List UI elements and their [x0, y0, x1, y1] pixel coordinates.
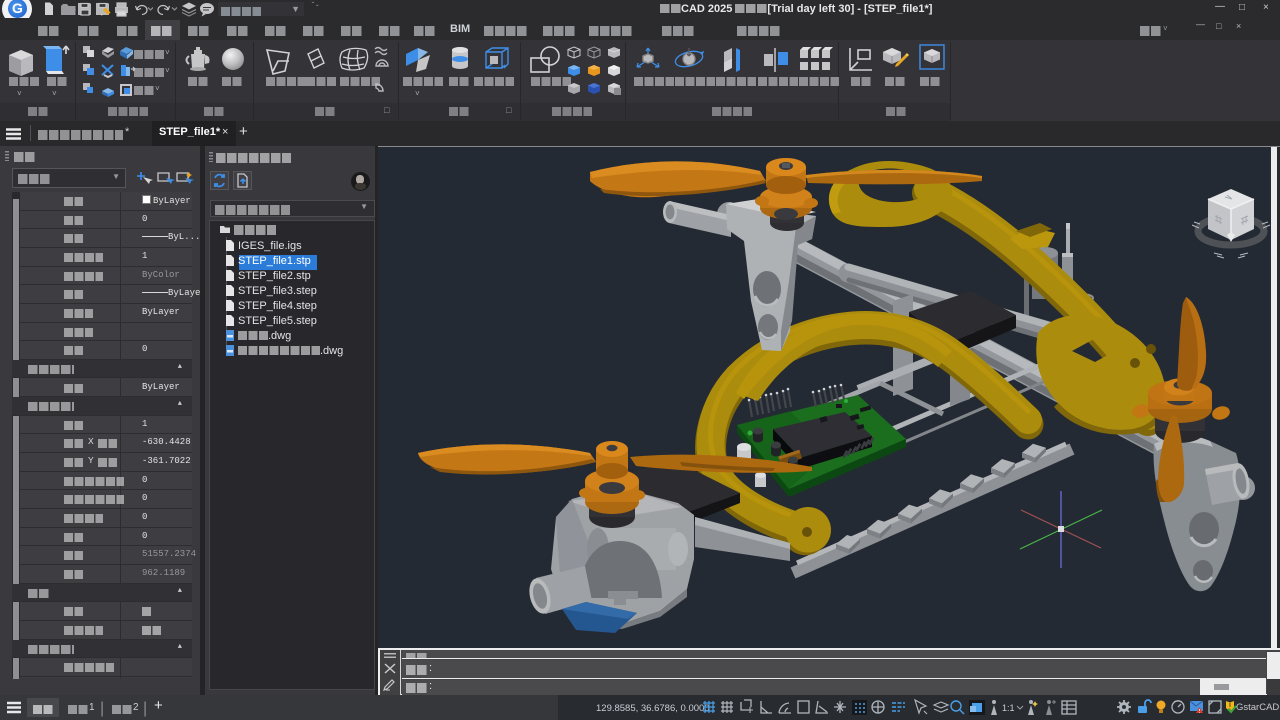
svg-text:1:1: 1:1: [1002, 703, 1015, 713]
